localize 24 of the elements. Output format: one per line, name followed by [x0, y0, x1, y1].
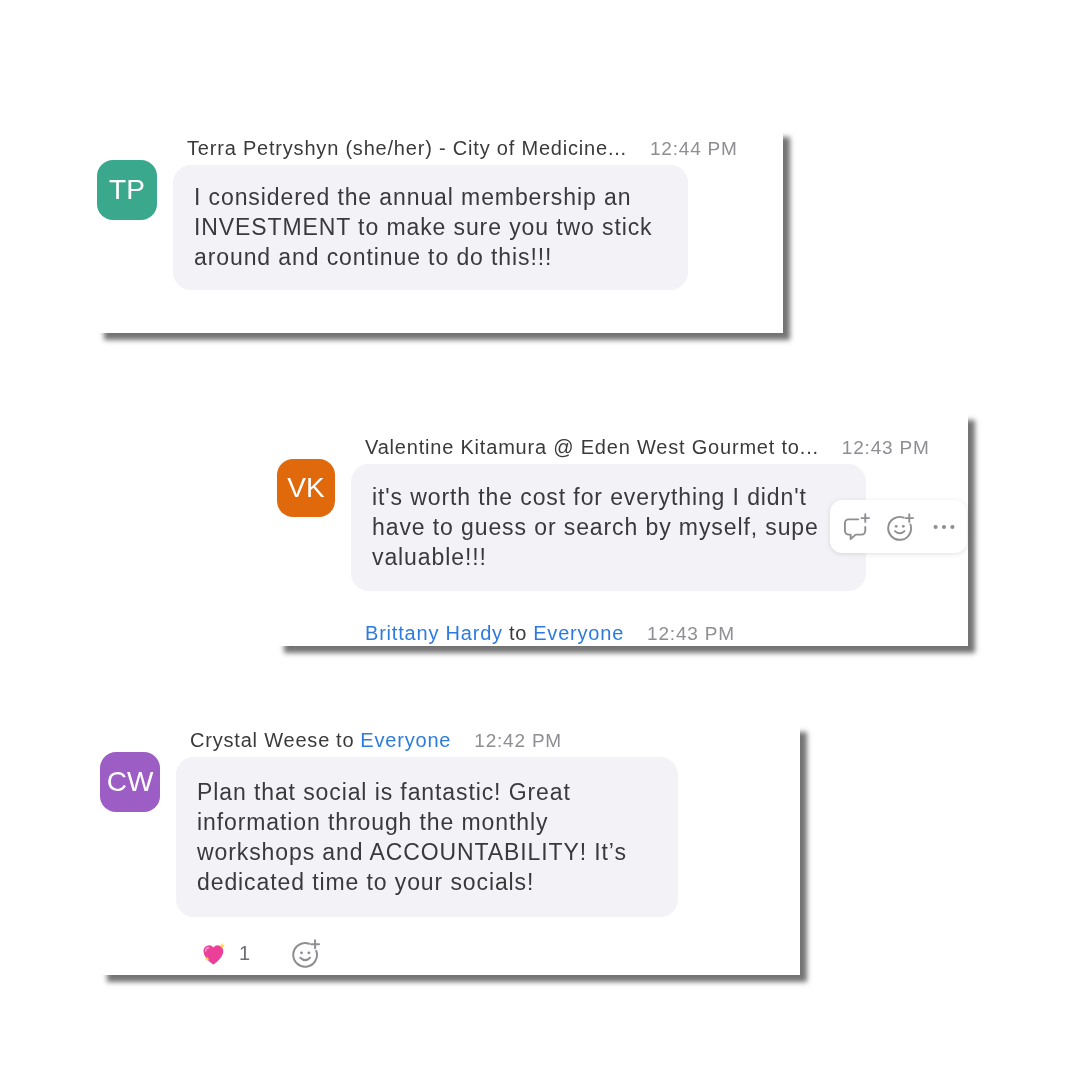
- to-label: to: [336, 728, 355, 753]
- sender-name[interactable]: Brittany Hardy: [365, 621, 503, 645]
- to-label: to: [508, 621, 528, 645]
- reaction-button[interactable]: 1: [201, 941, 251, 966]
- message-bubble: it's worth the cost for everything I didn't have to guess or search by myself, supe valuable!!!: [351, 464, 866, 591]
- timestamp: 12:44 PM: [649, 137, 738, 161]
- more-icon[interactable]: [933, 523, 955, 530]
- message-bubble: Plan that social is fantastic! Great information through the monthly workshops and ACCOUNTABILITY! It’s dedicated time to your socials!: [176, 757, 678, 917]
- add-reaction-icon[interactable]: [292, 939, 322, 968]
- timestamp: 12:43 PM: [647, 622, 735, 646]
- smiley-plus-icon[interactable]: [887, 512, 915, 541]
- avatar: CW: [100, 752, 160, 812]
- recipient-name[interactable]: Everyone: [533, 621, 625, 645]
- recipient-name[interactable]: Everyone: [360, 727, 452, 753]
- speech-bubble-plus-icon[interactable]: [843, 512, 871, 541]
- avatar: VK: [277, 459, 335, 517]
- sender-name: Valentine Kitamura @ Eden West Gourmet to...: [365, 435, 819, 460]
- timestamp: 12:43 PM: [841, 436, 930, 460]
- avatar: TP: [97, 160, 157, 220]
- sender-name: Terra Petryshyn (she/her) - City of Medicine...: [187, 136, 627, 161]
- timestamp: 12:42 PM: [474, 729, 562, 753]
- sparkling-heart-icon: [201, 941, 227, 966]
- sender-name: Crystal Weese: [190, 728, 331, 753]
- message-bubble: I considered the annual membership an INVESTMENT to make sure you two stick around and continue to do this!!!: [173, 165, 688, 290]
